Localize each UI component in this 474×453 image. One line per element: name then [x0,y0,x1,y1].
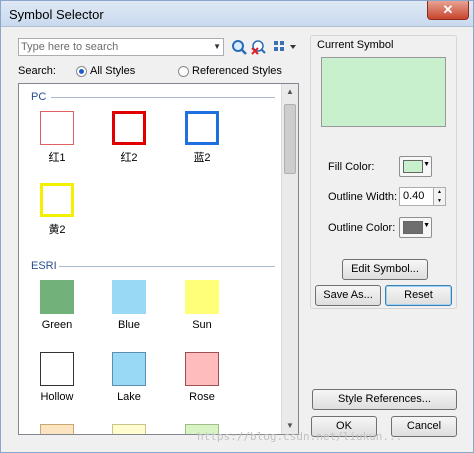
outline-width-spinner[interactable]: ▲ ▼ [434,187,446,206]
clear-search-icon[interactable] [250,39,268,56]
view-options-icon[interactable] [271,39,301,56]
vertical-scrollbar[interactable]: ▲ ▼ [281,84,298,434]
style-references-button[interactable]: Style References... [312,389,457,410]
outline-width-label: Outline Width: [328,191,398,203]
window-title: Symbol Selector [9,7,104,22]
search-scope-label: Search: [18,65,56,77]
symbol-swatch[interactable] [112,352,146,386]
symbol-selector-dialog: Symbol Selector ✕ ▼ Search: All Styles R… [0,0,474,453]
search-box[interactable]: ▼ [18,38,224,56]
save-as-button[interactable]: Save As... [315,285,381,306]
scrollbar-thumb[interactable] [284,104,296,174]
radio-all-styles[interactable]: All Styles [76,65,135,77]
fill-color-picker[interactable]: ▼ [399,156,432,177]
group-header-pc: PC [31,91,47,103]
outline-color-label: Outline Color: [328,222,396,234]
symbol-swatch[interactable] [40,352,74,386]
scroll-up-icon[interactable]: ▲ [282,84,298,100]
current-symbol-label: Current Symbol [317,39,394,51]
symbol-label: 红2 [120,152,138,164]
symbol-swatch[interactable] [185,280,219,314]
symbol-list[interactable]: PC 红1 红2 蓝2 黄2 ESRI Green Blue Sun Hollo… [18,83,299,435]
symbol-swatch[interactable] [112,280,146,314]
close-button[interactable]: ✕ [427,1,469,20]
edit-symbol-button[interactable]: Edit Symbol... [342,259,428,280]
group-divider [59,266,275,267]
outline-color-swatch [403,221,423,234]
chevron-down-icon: ▼ [423,161,430,168]
symbol-label: Green [41,319,73,331]
radio-all-styles-label: All Styles [90,65,136,77]
symbol-swatch[interactable] [40,111,74,145]
symbol-swatch[interactable] [40,183,74,217]
fill-color-label: Fill Color: [328,161,375,173]
fill-color-swatch [403,160,423,173]
search-input[interactable] [21,40,207,54]
outline-width-input[interactable]: 0.40 [399,187,434,206]
symbol-preview [321,57,446,127]
radio-dot[interactable] [178,65,189,77]
symbol-swatch[interactable] [112,111,146,145]
symbol-swatch[interactable] [185,111,219,145]
symbol-label: Lake [117,391,141,403]
symbol-label: 红1 [48,152,66,164]
group-divider [51,97,275,98]
symbol-label: 黄2 [48,224,66,236]
search-icon[interactable] [230,39,248,56]
symbol-swatch-partial[interactable] [112,424,146,434]
watermark-text: https://blog.csdn.net/liukun... [197,430,403,443]
symbol-swatch-partial[interactable] [40,424,74,434]
title-bar[interactable]: Symbol Selector ✕ [1,1,473,27]
symbol-swatch[interactable] [40,280,74,314]
reset-button[interactable]: Reset [385,285,452,306]
symbol-label: Rose [189,391,215,403]
symbol-swatch[interactable] [185,352,219,386]
chevron-down-icon[interactable]: ▼ [213,42,221,51]
symbol-label: Hollow [40,391,74,403]
outline-color-picker[interactable]: ▼ [399,217,432,238]
radio-referenced-styles[interactable]: Referenced Styles [178,65,282,77]
chevron-down-icon: ▼ [423,222,430,229]
symbol-label: Sun [192,319,212,331]
group-header-esri: ESRI [31,260,57,272]
symbol-label: Blue [117,319,141,331]
radio-referenced-styles-label: Referenced Styles [192,65,282,77]
symbol-label: 蓝2 [193,152,211,164]
radio-dot[interactable] [76,65,87,77]
